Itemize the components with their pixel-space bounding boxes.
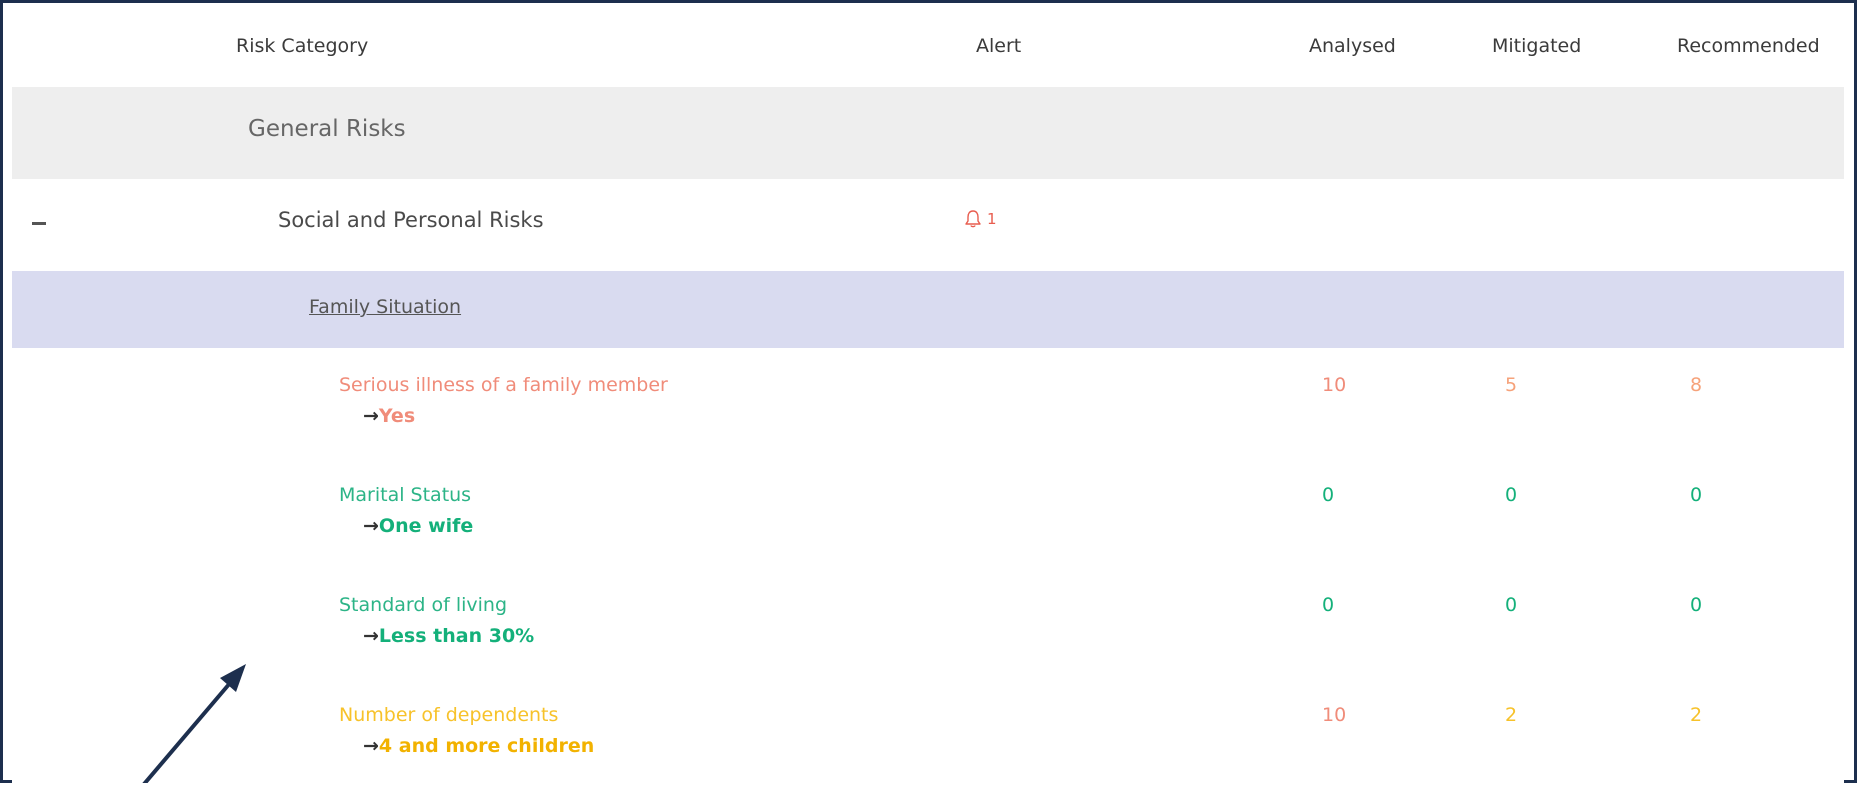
annotation-arrow-icon — [142, 664, 246, 783]
